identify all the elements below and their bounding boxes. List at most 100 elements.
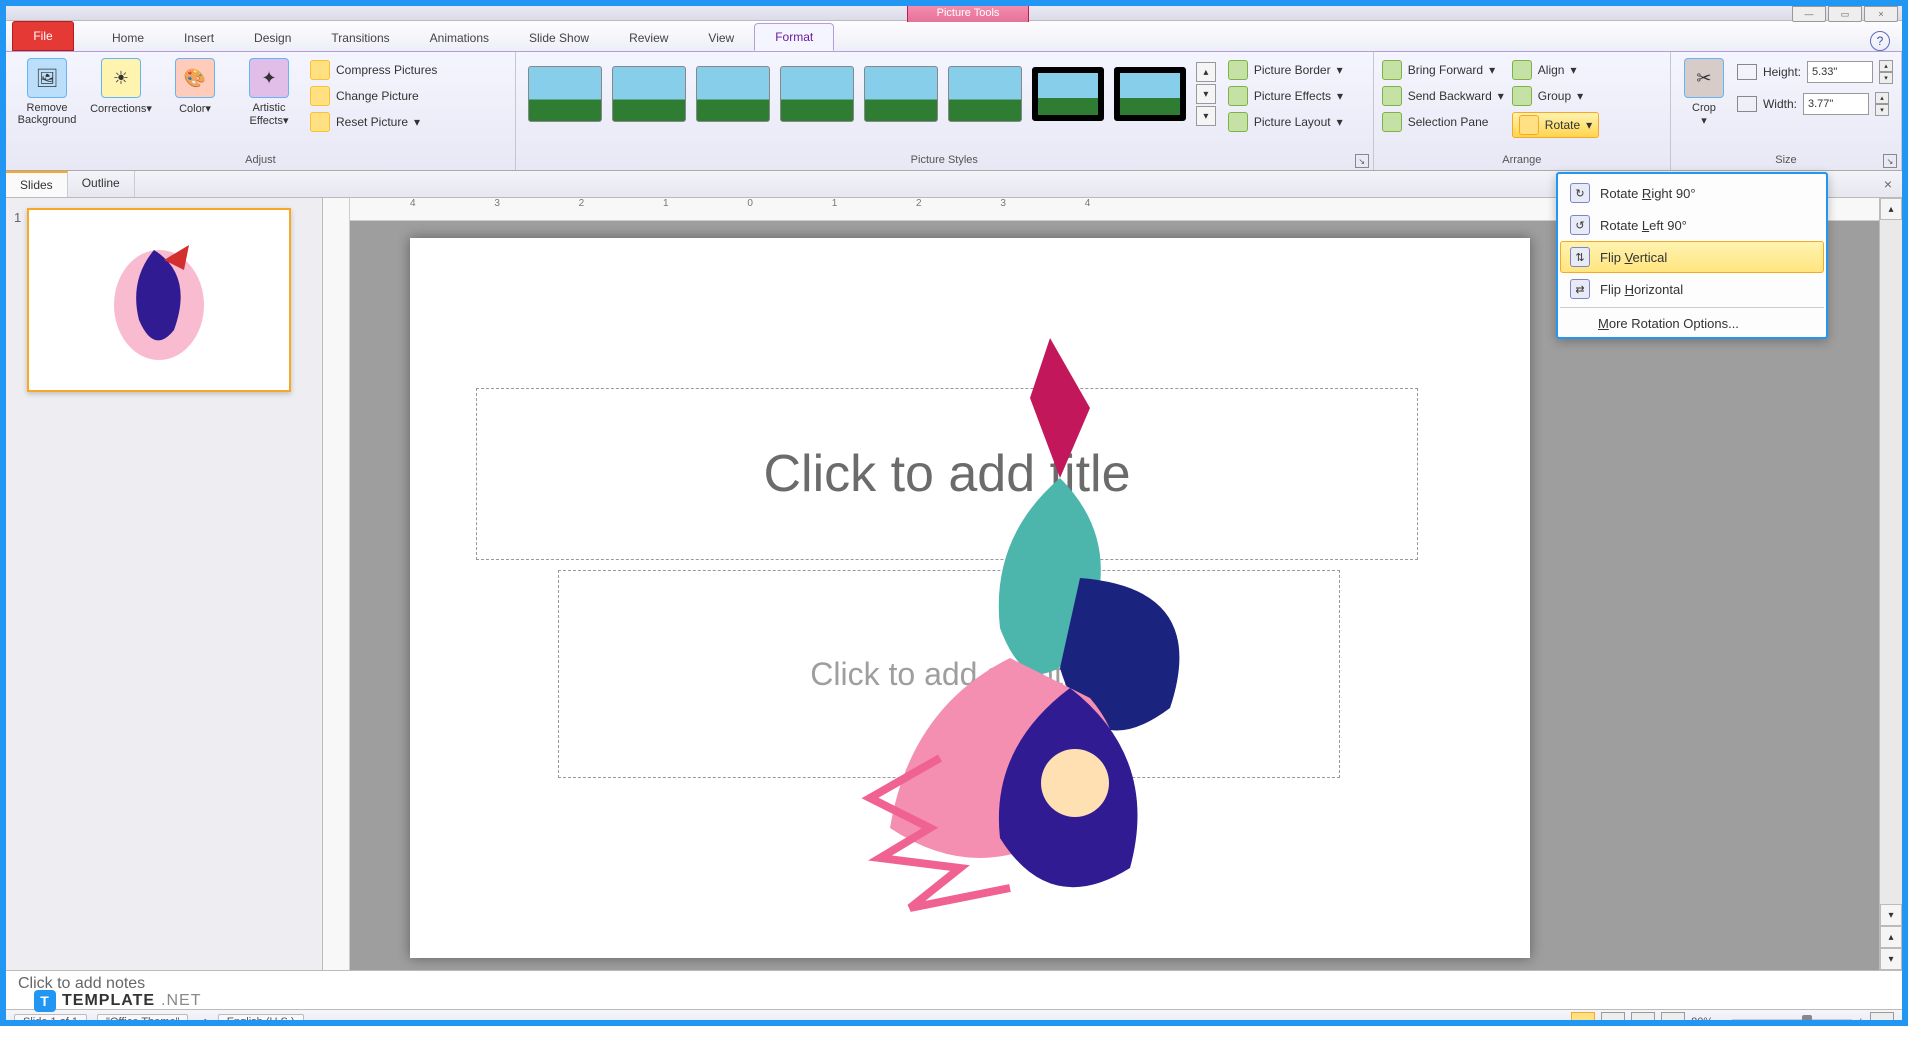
group-button[interactable]: Group ▾: [1512, 86, 1599, 106]
slide-thumbnails-panel[interactable]: 1: [6, 198, 323, 970]
slideshow-view-button[interactable]: [1661, 1012, 1685, 1026]
dialog-launcher-button[interactable]: ↘: [1883, 154, 1897, 168]
style-thumb[interactable]: [780, 66, 854, 122]
fit-to-window-button[interactable]: [1870, 1012, 1894, 1026]
height-input[interactable]: 5.33": [1807, 61, 1873, 83]
tab-view[interactable]: View: [688, 25, 754, 51]
arrange-group-label: Arrange: [1382, 152, 1662, 168]
vertical-scrollbar[interactable]: ▴ ▾ ▴ ▾: [1879, 198, 1902, 970]
notes-pane[interactable]: Click to add notes: [6, 970, 1902, 1009]
gallery-down-button[interactable]: ▾: [1196, 84, 1216, 104]
style-thumb[interactable]: [528, 66, 602, 122]
reset-picture-button[interactable]: Reset Picture ▾: [310, 112, 437, 132]
scroll-track[interactable]: [1880, 220, 1902, 904]
selection-pane-label: Selection Pane: [1408, 115, 1489, 129]
maximize-button[interactable]: ▭: [1828, 6, 1862, 22]
prev-slide-button[interactable]: ▴: [1880, 926, 1902, 948]
slides-tab[interactable]: Slides: [6, 171, 68, 197]
scroll-down-button[interactable]: ▾: [1880, 904, 1902, 926]
group-icon: [1512, 86, 1532, 106]
help-icon[interactable]: ?: [1870, 31, 1890, 51]
minimize-button[interactable]: —: [1792, 6, 1826, 22]
scroll-up-button[interactable]: ▴: [1880, 198, 1902, 220]
width-field[interactable]: Width: 3.77" ▴▾: [1737, 92, 1893, 116]
rotate-right-icon: ↻: [1570, 183, 1590, 203]
selection-pane-button[interactable]: Selection Pane: [1382, 112, 1504, 132]
group-label: Group: [1538, 89, 1571, 103]
close-panel-button[interactable]: ×: [1874, 171, 1902, 197]
style-thumb[interactable]: [864, 66, 938, 122]
tab-format[interactable]: Format: [754, 23, 834, 51]
spellcheck-icon[interactable]: ✔: [198, 1016, 207, 1027]
artistic-effects-button[interactable]: ✦ Artistic Effects▾: [236, 56, 302, 127]
title-bar: Picture Tools — ▭ ×: [6, 6, 1902, 21]
flip-horizontal-item[interactable]: ⇄Flip Horizontal: [1560, 273, 1824, 305]
width-up-button[interactable]: ▴: [1875, 92, 1889, 104]
remove-background-button[interactable]: 🖼 Remove Background: [14, 56, 80, 126]
flip-horizontal-icon: ⇄: [1570, 279, 1590, 299]
picture-effects-button[interactable]: Picture Effects ▾: [1228, 86, 1343, 106]
picture-layout-button[interactable]: Picture Layout ▾: [1228, 112, 1343, 132]
thumbnail-image: [104, 235, 214, 365]
picture-border-button[interactable]: Picture Border ▾: [1228, 60, 1343, 80]
language-indicator[interactable]: English (U.S.): [218, 1014, 304, 1026]
gallery-more-button[interactable]: ▾: [1196, 106, 1216, 126]
more-rotation-options-item[interactable]: More Rotation Options...: [1560, 310, 1824, 337]
corrections-button[interactable]: ☀ Corrections▾: [88, 56, 154, 115]
style-thumb[interactable]: [696, 66, 770, 122]
tab-review[interactable]: Review: [609, 25, 688, 51]
change-picture-button[interactable]: Change Picture: [310, 86, 437, 106]
sorter-view-button[interactable]: [1601, 1012, 1625, 1026]
theme-indicator: "Office Theme": [97, 1014, 188, 1026]
rotate-icon: [1519, 115, 1539, 135]
rotate-right-90-item[interactable]: ↻Rotate Right 90°: [1560, 177, 1824, 209]
zoom-out-button[interactable]: −: [1719, 1016, 1725, 1026]
reading-view-button[interactable]: [1631, 1012, 1655, 1026]
tab-slide-show[interactable]: Slide Show: [509, 25, 609, 51]
tab-transitions[interactable]: Transitions: [311, 25, 409, 51]
zoom-slider[interactable]: [1732, 1019, 1852, 1025]
flip-vertical-item[interactable]: ⇅Flip Vertical: [1560, 241, 1824, 273]
selected-picture[interactable]: [830, 328, 1250, 928]
style-thumb[interactable]: [612, 66, 686, 122]
tab-home[interactable]: Home: [92, 25, 164, 51]
slide-preview[interactable]: [27, 208, 291, 392]
slide-thumbnail[interactable]: 1: [14, 208, 314, 392]
width-input[interactable]: 3.77": [1803, 93, 1869, 115]
bring-forward-button[interactable]: Bring Forward ▾: [1382, 60, 1504, 80]
picture-styles-gallery[interactable]: ▴ ▾ ▾: [524, 56, 1220, 132]
send-backward-button[interactable]: Send Backward ▾: [1382, 86, 1504, 106]
zoom-slider-thumb[interactable]: [1802, 1015, 1812, 1026]
tab-design[interactable]: Design: [234, 25, 311, 51]
ribbon: 🖼 Remove Background ☀ Corrections▾ 🎨 Col…: [6, 52, 1902, 171]
color-label: Color: [179, 103, 205, 115]
picture-styles-group-label: Picture Styles ↘: [524, 152, 1365, 168]
width-down-button[interactable]: ▾: [1875, 104, 1889, 116]
close-window-button[interactable]: ×: [1864, 6, 1898, 22]
tab-insert[interactable]: Insert: [164, 25, 234, 51]
height-down-button[interactable]: ▾: [1879, 72, 1893, 84]
compress-pictures-button[interactable]: Compress Pictures: [310, 60, 437, 80]
align-button[interactable]: Align ▾: [1512, 60, 1599, 80]
color-button[interactable]: 🎨 Color▾: [162, 56, 228, 115]
style-thumb[interactable]: [1032, 67, 1104, 121]
height-field[interactable]: Height: 5.33" ▴▾: [1737, 60, 1893, 84]
adjust-group-label: Adjust: [14, 152, 507, 168]
gallery-up-button[interactable]: ▴: [1196, 62, 1216, 82]
flip-vertical-icon: ⇅: [1570, 247, 1590, 267]
next-slide-button[interactable]: ▾: [1880, 948, 1902, 970]
height-up-button[interactable]: ▴: [1879, 60, 1893, 72]
style-thumb[interactable]: [1114, 67, 1186, 121]
style-thumb[interactable]: [948, 66, 1022, 122]
tab-animations[interactable]: Animations: [410, 25, 509, 51]
crop-button[interactable]: ✂ Crop▾: [1679, 56, 1729, 127]
zoom-in-button[interactable]: +: [1858, 1016, 1864, 1026]
rotate-left-90-item[interactable]: ↺Rotate Left 90°: [1560, 209, 1824, 241]
file-tab[interactable]: File: [12, 21, 74, 51]
chevron-down-icon: ▾: [1498, 89, 1504, 103]
dialog-launcher-button[interactable]: ↘: [1355, 154, 1369, 168]
normal-view-button[interactable]: [1571, 1012, 1595, 1026]
outline-tab[interactable]: Outline: [68, 171, 135, 197]
slide-canvas[interactable]: Click to add title Click to add subtitle: [410, 238, 1530, 958]
rotate-button[interactable]: Rotate ▾: [1512, 112, 1599, 138]
